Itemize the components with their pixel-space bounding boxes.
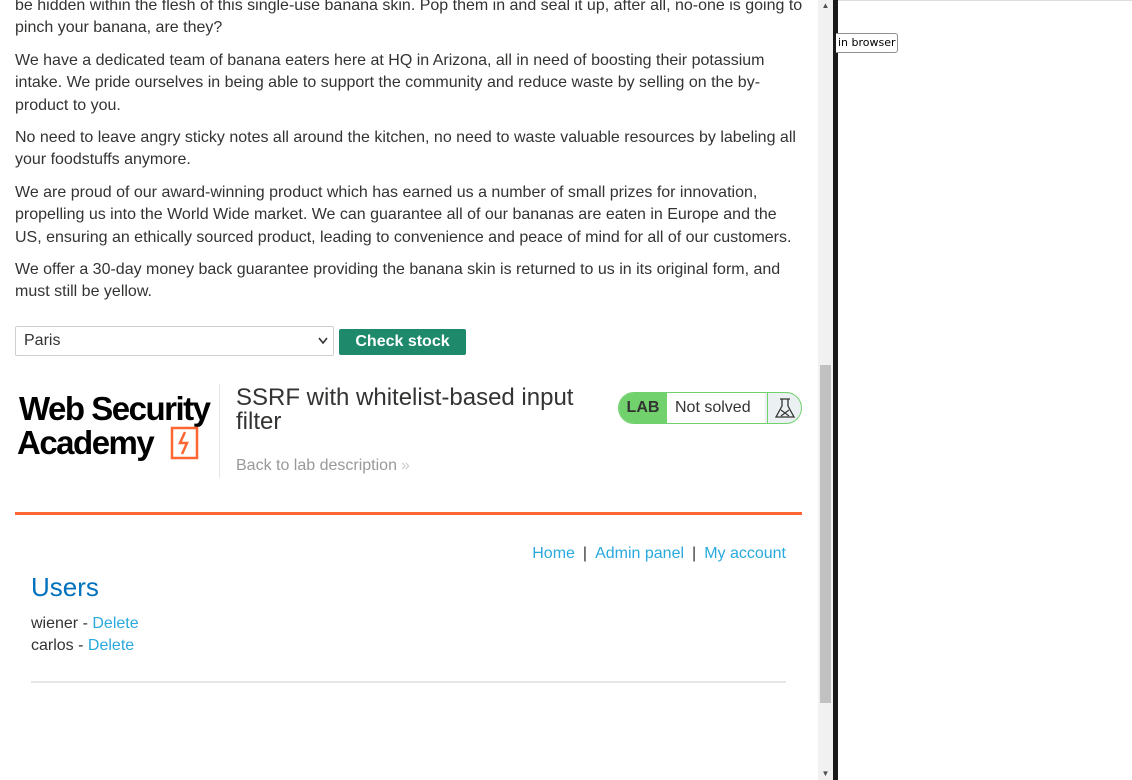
- logo-line1: Web Security: [19, 390, 212, 427]
- user-name: wiener: [31, 615, 79, 632]
- bolt-icon: [170, 426, 199, 460]
- user-row: carlos - Delete: [31, 637, 134, 655]
- scroll-up-icon[interactable]: ▲: [818, 0, 833, 12]
- delete-user-carlos-link[interactable]: Delete: [88, 637, 134, 654]
- user-dash: -: [78, 615, 93, 632]
- nav-my-account-link[interactable]: My account: [704, 545, 786, 562]
- user-row: wiener - Delete: [31, 615, 139, 633]
- user-dash: -: [73, 637, 88, 654]
- account-nav: Home | Admin panel | My account: [15, 545, 786, 563]
- lab-page: be hidden within the flesh of this singl…: [0, 0, 818, 780]
- logo-line2: Academy: [17, 424, 155, 461]
- users-heading: Users: [31, 572, 99, 602]
- scroll-down-icon[interactable]: ▼: [818, 768, 833, 780]
- nav-separator: |: [582, 545, 588, 562]
- store-select[interactable]: Paris: [15, 326, 334, 356]
- flask-icon: [767, 393, 801, 423]
- lab-tag: LAB: [619, 393, 667, 423]
- product-description-paragraph: We offer a 30-day money back guarantee p…: [15, 261, 781, 301]
- nav-admin-panel-link[interactable]: Admin panel: [595, 545, 684, 562]
- lab-banner: Web Security Academy SSRF with whitelist…: [15, 382, 802, 515]
- product-description-paragraph: be hidden within the flesh of this singl…: [15, 0, 803, 37]
- section-divider: [31, 681, 786, 683]
- logo-divider: [219, 384, 220, 478]
- chevron-down-icon: [317, 327, 329, 365]
- store-select-value: Paris: [24, 332, 61, 349]
- check-stock-button[interactable]: Check stock: [339, 329, 466, 355]
- delete-user-wiener-link[interactable]: Delete: [92, 615, 138, 632]
- back-to-lab-description-link[interactable]: Back to lab description»: [236, 457, 410, 475]
- product-description-paragraph: We have a dedicated team of banana eater…: [15, 52, 765, 114]
- right-pane: in browser: [836, 0, 1132, 780]
- lab-status-text: Not solved: [667, 393, 765, 423]
- scrollbar-thumb[interactable]: [820, 365, 831, 703]
- nav-separator: |: [692, 545, 697, 562]
- lab-title: SSRF with whitelist-based input filter: [236, 384, 574, 435]
- product-description-paragraph: No need to leave angry sticky notes all …: [15, 129, 796, 169]
- product-description-paragraph: We are proud of our award-winning produc…: [15, 184, 792, 246]
- nav-home-link[interactable]: Home: [532, 545, 575, 562]
- user-name: carlos: [31, 637, 74, 654]
- chevron-right-icon: »: [400, 457, 410, 474]
- back-link-label: Back to lab description: [236, 457, 397, 474]
- web-security-academy-logo[interactable]: Web Security Academy: [17, 390, 217, 462]
- vertical-scrollbar[interactable]: ▲ ▼: [818, 0, 833, 780]
- lab-status-widget: LAB Not solved: [618, 392, 802, 424]
- open-in-browser-button[interactable]: in browser: [836, 33, 898, 53]
